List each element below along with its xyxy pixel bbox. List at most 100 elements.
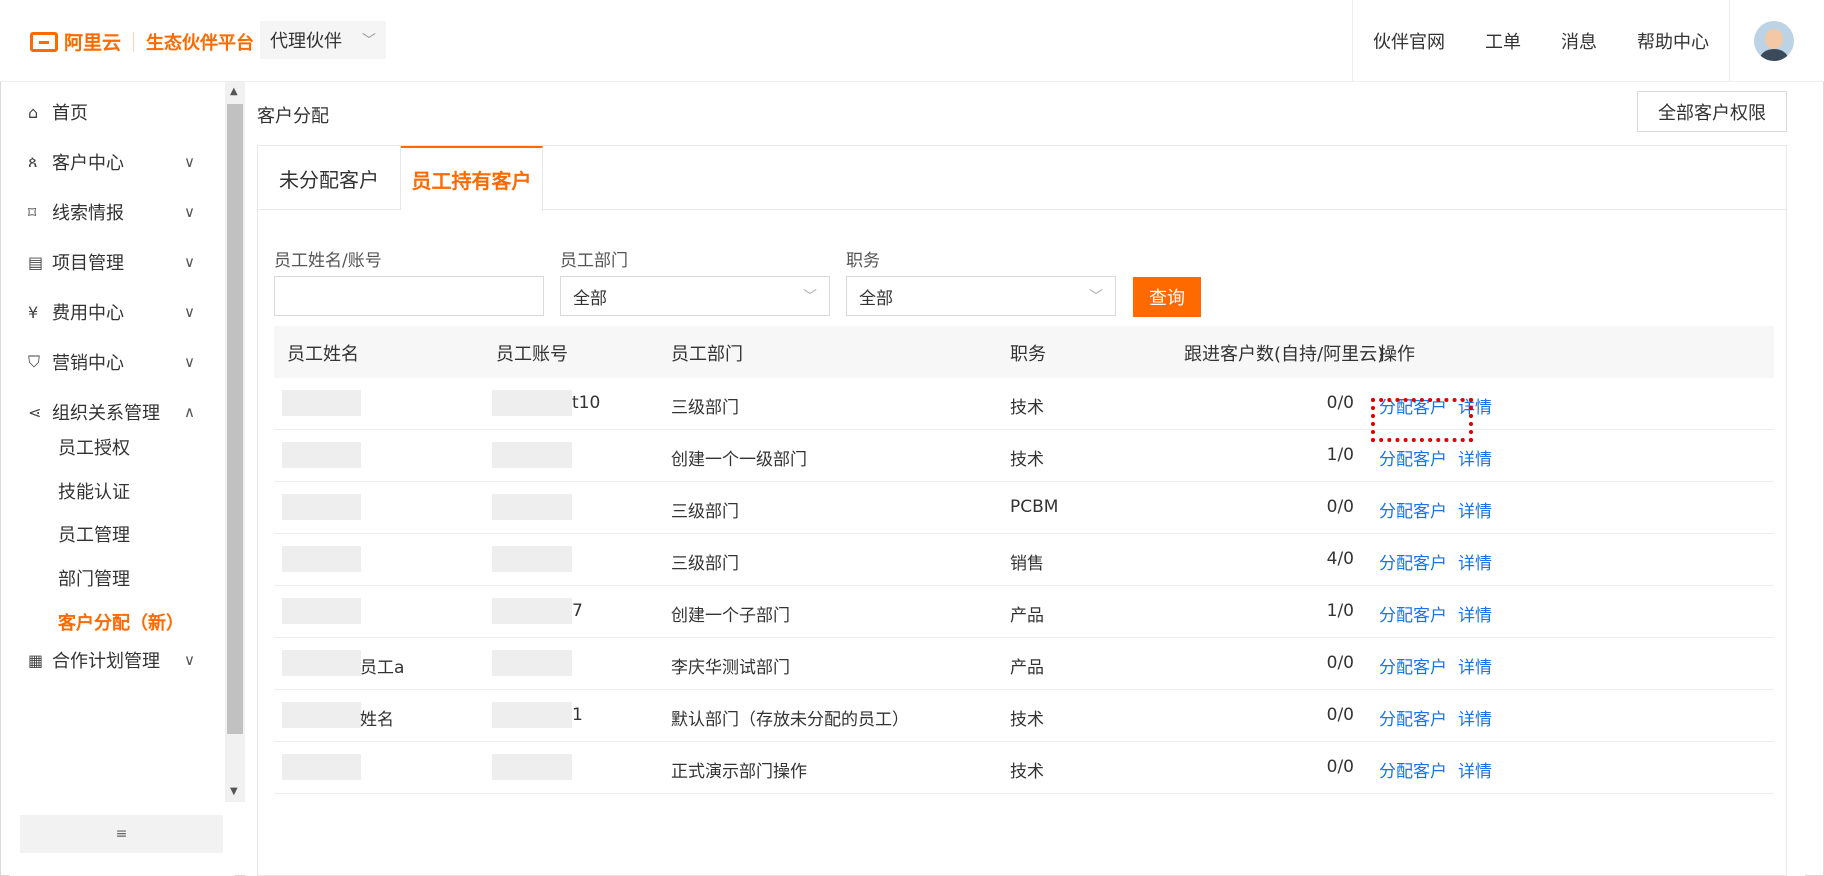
nav-partner-site[interactable]: 伙伴官网: [1353, 28, 1465, 54]
table-row: t10 三级部门 技术 0/0 分配客户 详情: [274, 378, 1774, 430]
role-cell: 产品: [1010, 606, 1044, 626]
sidebar-item-label: 项目管理: [52, 253, 124, 274]
tab-bar: 未分配客户 员工持有客户: [258, 146, 1786, 211]
col-employee-dept: 员工部门: [671, 344, 743, 365]
sidebar-item-home[interactable]: ⌂ 首页: [10, 92, 215, 132]
detail-link[interactable]: 详情: [1458, 653, 1492, 678]
leads-icon: ⌑: [28, 202, 37, 222]
sidebar-item-label: 客户中心: [52, 153, 124, 174]
sidebar-item-leads[interactable]: ⌑ 线索情报 ∨: [10, 192, 215, 232]
sidebar-subitem-employee-mgmt[interactable]: 员工管理: [58, 521, 130, 547]
employee-dept-cell: 默认部门（存放未分配的员工）: [671, 710, 909, 730]
chevron-down-icon: ∨: [184, 203, 195, 221]
redacted-block: [282, 702, 361, 728]
tab-employee-held-customers[interactable]: 员工持有客户: [401, 146, 543, 211]
tab-unassigned-customers[interactable]: 未分配客户: [258, 146, 401, 210]
sidebar-item-label: 首页: [52, 103, 88, 124]
employee-account-cell: 1: [572, 705, 583, 725]
chevron-up-icon: ∧: [184, 403, 195, 421]
department-select-value: 全部: [573, 288, 607, 309]
sidebar-subitem-dept-mgmt[interactable]: 部门管理: [58, 565, 130, 591]
partner-type-select[interactable]: 代理伙伴 ﹀: [260, 21, 386, 59]
fee-icon: ¥: [28, 302, 39, 322]
employee-dept-cell: 李庆华测试部门: [671, 658, 790, 678]
chevron-down-icon: ∨: [184, 303, 195, 321]
role-cell: 技术: [1010, 710, 1044, 730]
department-select[interactable]: 全部 ﹀: [560, 276, 830, 316]
col-role: 职务: [1010, 344, 1046, 365]
sidebar-item-partner-plan[interactable]: ▦ 合作计划管理 ∨: [10, 640, 215, 680]
sidebar-collapse-button[interactable]: ≡: [20, 815, 223, 853]
assign-customer-link[interactable]: 分配客户: [1379, 757, 1447, 782]
sidebar-item-customer-center[interactable]: ጰ 客户中心 ∨: [10, 142, 215, 182]
customer-count-cell: 4/0: [1326, 549, 1354, 569]
customer-count-cell: 0/0: [1326, 497, 1354, 517]
chevron-down-icon: ∨: [184, 651, 195, 669]
redacted-block: [492, 546, 572, 572]
chevron-down-icon: ∨: [184, 353, 195, 371]
role-select[interactable]: 全部 ﹀: [846, 276, 1116, 316]
sidebar-subitem-skill-cert[interactable]: 技能认证: [58, 478, 130, 504]
all-customer-permission-button[interactable]: 全部客户权限: [1637, 91, 1787, 132]
partner-type-value: 代理伙伴: [270, 31, 342, 52]
table-row: 三级部门 PCBM 0/0 分配客户 详情: [274, 482, 1774, 534]
page-title: 客户分配: [257, 106, 329, 127]
customer-count-cell: 0/0: [1326, 705, 1354, 725]
logo-divider: [133, 31, 135, 52]
table-row: 姓名 1 默认部门（存放未分配的员工） 技术 0/0 分配客户 详情: [274, 690, 1774, 742]
sidebar-item-fees[interactable]: ¥ 费用中心 ∨: [10, 292, 215, 332]
project-icon: ▤: [28, 252, 44, 272]
redacted-block: [282, 442, 361, 468]
sidebar: ⌂ 首页 ጰ 客户中心 ∨ ⌑ 线索情报 ∨ ▤ 项目管理 ∨ ¥ 费用中心 ∨…: [10, 82, 245, 876]
sidebar-item-projects[interactable]: ▤ 项目管理 ∨: [10, 242, 215, 282]
sidebar-item-marketing[interactable]: ⛉ 营销中心 ∨: [10, 342, 215, 382]
filter-role-label: 职务: [846, 251, 880, 271]
sidebar-scrollbar[interactable]: ▲ ▼: [225, 82, 245, 802]
table-row: 创建一个一级部门 技术 1/0 分配客户 详情: [274, 430, 1774, 482]
role-cell: 销售: [1010, 554, 1044, 574]
assign-customer-link[interactable]: 分配客户: [1379, 601, 1447, 626]
detail-link[interactable]: 详情: [1458, 601, 1492, 626]
scroll-down-icon[interactable]: ▼: [230, 786, 238, 797]
aliyun-logo[interactable]: 阿里云 生态伙伴平台: [30, 28, 254, 55]
nav-help-center[interactable]: 帮助中心: [1617, 28, 1729, 54]
assign-customer-link[interactable]: 分配客户: [1379, 445, 1447, 470]
user-avatar[interactable]: [1754, 21, 1794, 61]
employee-name-cell: 员工a: [360, 658, 405, 678]
employee-account-cell: t10: [572, 393, 601, 413]
scroll-up-icon[interactable]: ▲: [230, 86, 238, 97]
assign-customer-link[interactable]: 分配客户: [1379, 549, 1447, 574]
employee-name-input[interactable]: [274, 276, 544, 316]
redacted-block: [492, 390, 572, 416]
sidebar-subitem-customer-assign[interactable]: 客户分配（新）: [58, 609, 184, 635]
sidebar-item-label: 合作计划管理: [52, 651, 160, 672]
sidebar-subitem-employee-auth[interactable]: 员工授权: [58, 434, 130, 460]
assign-customer-link[interactable]: 分配客户: [1379, 653, 1447, 678]
collapse-icon: ≡: [115, 826, 128, 842]
sidebar-item-org[interactable]: ⋖ 组织关系管理 ∧: [10, 392, 215, 432]
detail-link[interactable]: 详情: [1458, 757, 1492, 782]
detail-link[interactable]: 详情: [1458, 445, 1492, 470]
employee-dept-cell: 创建一个子部门: [671, 606, 790, 626]
redacted-block: [492, 650, 572, 676]
sidebar-item-label: 费用中心: [52, 303, 124, 324]
redacted-block: [282, 754, 361, 780]
assign-customer-link[interactable]: 分配客户: [1379, 497, 1447, 522]
detail-link[interactable]: 详情: [1458, 705, 1492, 730]
redacted-block: [282, 598, 361, 624]
nav-ticket[interactable]: 工单: [1465, 28, 1541, 54]
filter-dept-label: 员工部门: [560, 251, 628, 271]
top-header: 阿里云 生态伙伴平台 代理伙伴 ﹀ 伙伴官网 工单 消息 帮助中心: [0, 0, 1824, 82]
col-actions: 操作: [1379, 344, 1415, 365]
employee-dept-cell: 三级部门: [671, 502, 739, 522]
role-cell: 技术: [1010, 762, 1044, 782]
detail-link[interactable]: 详情: [1458, 549, 1492, 574]
chevron-down-icon: ﹀: [803, 289, 817, 305]
scroll-thumb[interactable]: [227, 104, 243, 734]
detail-link[interactable]: 详情: [1458, 497, 1492, 522]
nav-messages[interactable]: 消息: [1541, 28, 1617, 54]
main-content: 客户分配 全部客户权限 未分配客户 员工持有客户 员工姓名/账号 员工部门 全部…: [245, 82, 1805, 876]
assign-customer-link[interactable]: 分配客户: [1379, 705, 1447, 730]
col-employee-account: 员工账号: [496, 344, 568, 365]
query-button[interactable]: 查询: [1133, 277, 1201, 317]
